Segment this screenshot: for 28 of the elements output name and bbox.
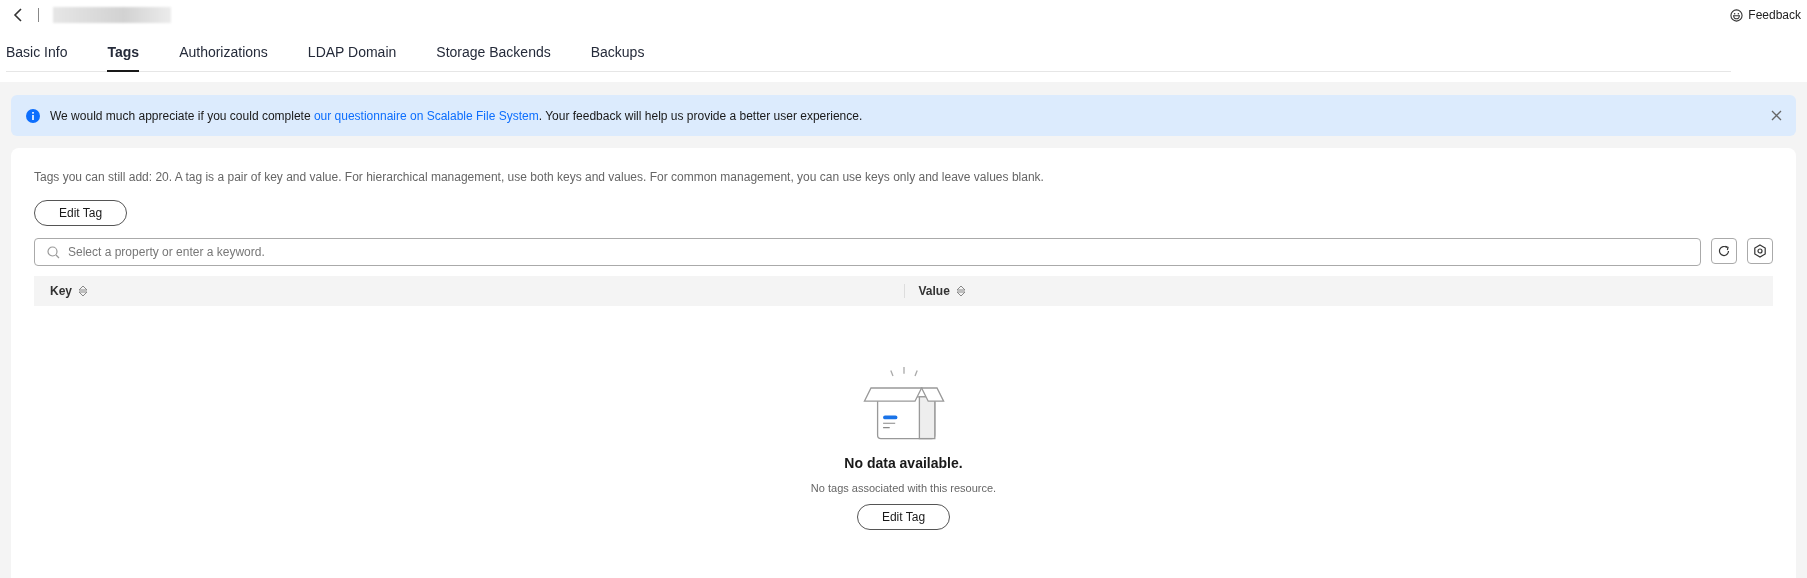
edit-tag-button[interactable]: Edit Tag <box>34 200 128 226</box>
refresh-icon <box>1717 244 1731 258</box>
notice-text: We would much appreciate if you could complete our questionnaire on Scalable File System. Your feedback will help us provide a better user experience. <box>50 108 864 123</box>
empty-title: No data available. <box>844 455 963 471</box>
settings-icon <box>1753 244 1767 258</box>
tab[interactable]: Basic Info <box>6 40 68 72</box>
search-field[interactable]: Select a property or enter a keyword. <box>34 238 1701 266</box>
column-header: Value <box>918 284 950 298</box>
tab[interactable]: Authorizations <box>179 40 268 72</box>
tab[interactable]: Tags <box>107 40 140 72</box>
questionnaire-link[interactable]: our questionnaire on Scalable File System <box>313 108 539 123</box>
column-header: Key <box>50 284 72 298</box>
sort-icon[interactable] <box>955 285 966 297</box>
feedback-button[interactable]: Feedback <box>1730 8 1801 22</box>
info-icon <box>26 108 40 123</box>
smiley-icon <box>1730 8 1744 22</box>
tab[interactable]: Backups <box>590 40 645 72</box>
close-icon[interactable] <box>1771 110 1782 121</box>
sort-icon[interactable] <box>78 285 88 297</box>
settings-button[interactable] <box>1747 238 1773 264</box>
tab[interactable]: Storage Backends <box>436 40 551 72</box>
edit-tag-button[interactable]: Edit Tag <box>856 504 951 530</box>
empty-message: No tags associated with this resource. <box>810 482 997 494</box>
hint-text: Tags you can still add: 20. A tag is a pair of key and value. For hierarchical management, use both keys and values. For common management, you can use keys only and leave values blank. <box>34 170 1045 184</box>
refresh-button[interactable] <box>1711 238 1737 264</box>
tab[interactable]: LDAP Domain <box>307 40 397 72</box>
search-icon <box>47 246 60 259</box>
back-icon[interactable] <box>13 8 23 22</box>
